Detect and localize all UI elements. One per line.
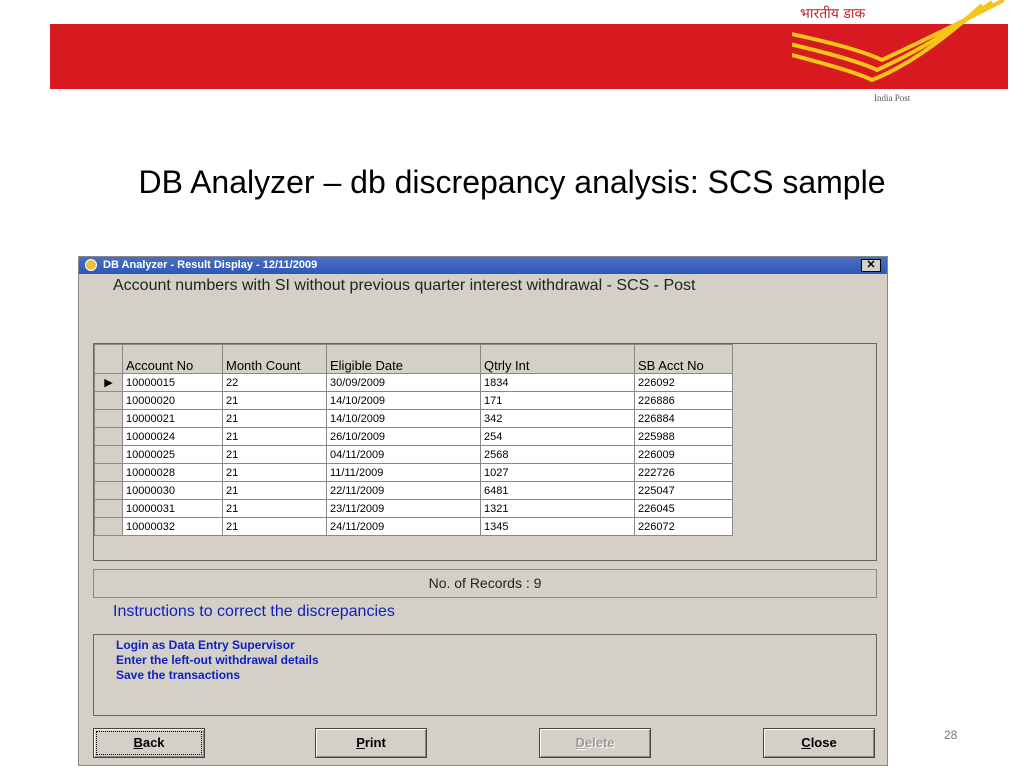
cell-account-no[interactable]: 10000020 (122, 391, 223, 410)
cell-eligible-date[interactable]: 14/10/2009 (326, 391, 481, 410)
cell-qtrly-int[interactable]: 6481 (480, 481, 635, 500)
instruction-line: Enter the left-out withdrawal details (116, 653, 319, 667)
cell-month-count[interactable]: 21 (222, 445, 327, 464)
row-selector[interactable]: ▶ (94, 373, 123, 392)
table-row[interactable]: ▶ 10000015 22 30/09/2009 1834 226092 (94, 373, 733, 392)
cell-account-no[interactable]: 10000021 (122, 409, 223, 428)
slide-title: DB Analyzer – db discrepancy analysis: S… (138, 164, 886, 200)
row-selector[interactable] (94, 445, 123, 464)
table-row[interactable]: 10000021 21 14/10/2009 342 226884 (94, 409, 733, 428)
logo-hindi-text: भारतीय डाक (800, 6, 866, 22)
print-button[interactable]: Print (315, 728, 427, 758)
column-header-eligible-date[interactable]: Eligible Date (326, 344, 481, 374)
app-icon (85, 259, 97, 271)
result-table: Account No Month Count Eligible Date Qtr… (94, 344, 733, 536)
cell-account-no[interactable]: 10000028 (122, 463, 223, 482)
cell-eligible-date[interactable]: 30/09/2009 (326, 373, 481, 392)
cell-month-count[interactable]: 21 (222, 427, 327, 446)
close-icon[interactable]: ✕ (861, 259, 881, 272)
back-button[interactable]: Back (93, 728, 205, 758)
cell-eligible-date[interactable]: 14/10/2009 (326, 409, 481, 428)
record-count: No. of Records : 9 (93, 569, 877, 598)
cell-qtrly-int[interactable]: 1027 (480, 463, 635, 482)
table-row[interactable]: 10000024 21 26/10/2009 254 225988 (94, 427, 733, 446)
cell-eligible-date[interactable]: 23/11/2009 (326, 499, 481, 518)
row-selector-header (94, 344, 123, 374)
cell-qtrly-int[interactable]: 1345 (480, 517, 635, 536)
window-titlebar[interactable]: DB Analyzer - Result Display - 12/11/200… (79, 257, 887, 274)
instruction-line: Save the transactions (116, 668, 241, 682)
cell-sb-acct-no[interactable]: 226045 (634, 499, 733, 518)
table-row[interactable]: 10000020 21 14/10/2009 171 226886 (94, 391, 733, 410)
instructions-box: Login as Data Entry Supervisor Enter the… (93, 634, 877, 716)
window-title: DB Analyzer - Result Display - 12/11/200… (103, 259, 318, 271)
column-header-qtrly-int[interactable]: Qtrly Int (480, 344, 635, 374)
cell-eligible-date[interactable]: 26/10/2009 (326, 427, 481, 446)
cell-sb-acct-no[interactable]: 226092 (634, 373, 733, 392)
cell-account-no[interactable]: 10000030 (122, 481, 223, 500)
cell-sb-acct-no[interactable]: 226009 (634, 445, 733, 464)
cell-month-count[interactable]: 22 (222, 373, 327, 392)
column-header-sb-acct-no[interactable]: SB Acct No (634, 344, 733, 374)
cell-account-no[interactable]: 10000015 (122, 373, 223, 392)
result-display-window: DB Analyzer - Result Display - 12/11/200… (78, 256, 888, 766)
table-row[interactable]: 10000032 21 24/11/2009 1345 226072 (94, 517, 733, 536)
table-header-row: Account No Month Count Eligible Date Qtr… (94, 344, 733, 374)
table-row[interactable]: 10000025 21 04/11/2009 2568 226009 (94, 445, 733, 464)
delete-button: Delete (539, 728, 651, 758)
cell-sb-acct-no[interactable]: 225047 (634, 481, 733, 500)
cell-sb-acct-no[interactable]: 226884 (634, 409, 733, 428)
row-selector[interactable] (94, 409, 123, 428)
result-heading: Account numbers with SI without previous… (113, 277, 696, 294)
cell-month-count[interactable]: 21 (222, 499, 327, 518)
cell-account-no[interactable]: 10000031 (122, 499, 223, 518)
cell-account-no[interactable]: 10000032 (122, 517, 223, 536)
column-header-account-no[interactable]: Account No (122, 344, 223, 374)
row-selector[interactable] (94, 391, 123, 410)
logo-caption: India Post (874, 93, 911, 103)
row-selector[interactable] (94, 517, 123, 536)
cell-sb-acct-no[interactable]: 226886 (634, 391, 733, 410)
cell-eligible-date[interactable]: 22/11/2009 (326, 481, 481, 500)
column-header-month-count[interactable]: Month Count (222, 344, 327, 374)
table-row[interactable]: 10000031 21 23/11/2009 1321 226045 (94, 499, 733, 518)
row-selector[interactable] (94, 427, 123, 446)
cell-month-count[interactable]: 21 (222, 481, 327, 500)
cell-account-no[interactable]: 10000025 (122, 445, 223, 464)
table-row[interactable]: 10000028 21 11/11/2009 1027 222726 (94, 463, 733, 482)
cell-month-count[interactable]: 21 (222, 409, 327, 428)
table-row[interactable]: 10000030 21 22/11/2009 6481 225047 (94, 481, 733, 500)
cell-sb-acct-no[interactable]: 226072 (634, 517, 733, 536)
cell-month-count[interactable]: 21 (222, 517, 327, 536)
row-selector[interactable] (94, 481, 123, 500)
result-grid[interactable]: Account No Month Count Eligible Date Qtr… (93, 343, 877, 561)
cell-qtrly-int[interactable]: 1321 (480, 499, 635, 518)
instruction-line: Login as Data Entry Supervisor (116, 638, 295, 652)
cell-sb-acct-no[interactable]: 225988 (634, 427, 733, 446)
row-selector[interactable] (94, 499, 123, 518)
cell-eligible-date[interactable]: 24/11/2009 (326, 517, 481, 536)
cell-month-count[interactable]: 21 (222, 463, 327, 482)
cell-qtrly-int[interactable]: 1834 (480, 373, 635, 392)
cell-sb-acct-no[interactable]: 222726 (634, 463, 733, 482)
close-button[interactable]: Close (763, 728, 875, 758)
instructions-title: Instructions to correct the discrepancie… (113, 603, 395, 620)
india-post-logo: भारतीय डाक India Post (792, 0, 1008, 112)
cell-eligible-date[interactable]: 04/11/2009 (326, 445, 481, 464)
cell-account-no[interactable]: 10000024 (122, 427, 223, 446)
cell-qtrly-int[interactable]: 254 (480, 427, 635, 446)
cell-qtrly-int[interactable]: 171 (480, 391, 635, 410)
cell-eligible-date[interactable]: 11/11/2009 (326, 463, 481, 482)
slide-page-number: 28 (944, 728, 958, 742)
cell-qtrly-int[interactable]: 2568 (480, 445, 635, 464)
row-selector[interactable] (94, 463, 123, 482)
cell-month-count[interactable]: 21 (222, 391, 327, 410)
cell-qtrly-int[interactable]: 342 (480, 409, 635, 428)
